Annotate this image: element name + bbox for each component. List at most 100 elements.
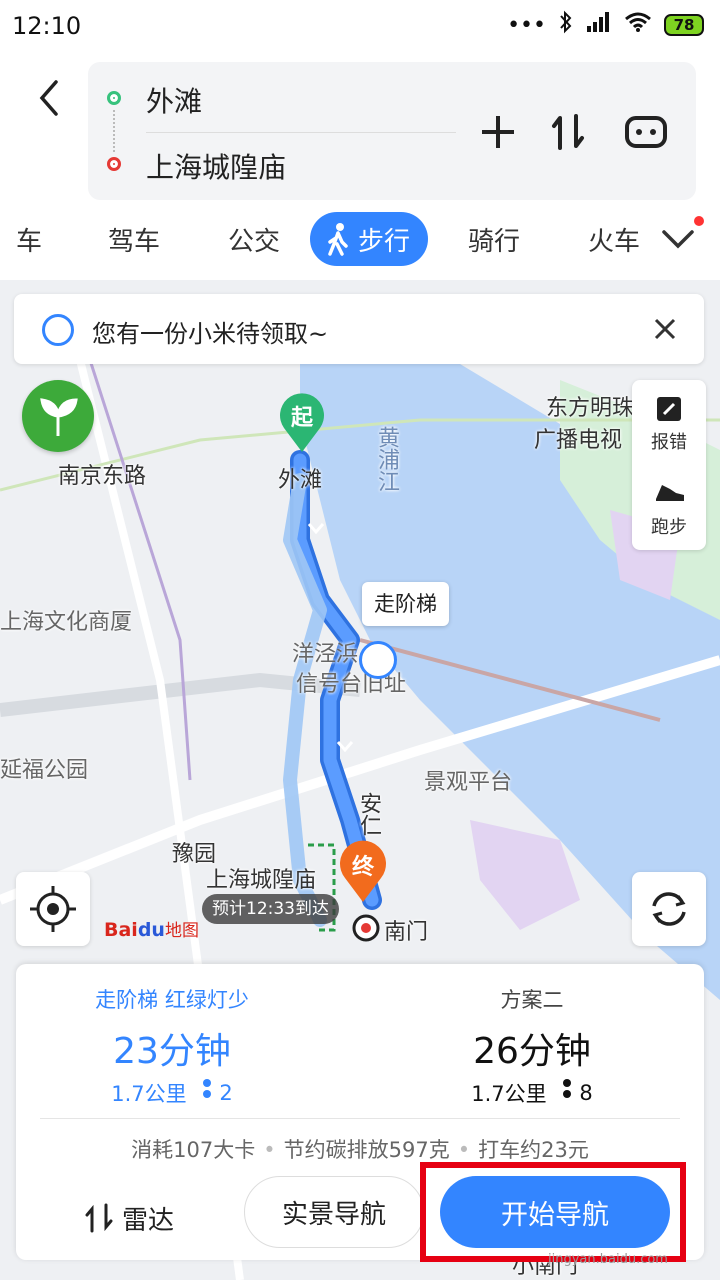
route-divider <box>146 132 456 133</box>
more-modes-button[interactable] <box>658 216 704 258</box>
status-time: 12:10 <box>12 12 82 40</box>
notification-dot <box>694 216 704 226</box>
stairs-icon <box>359 641 397 679</box>
start-pin-label: 起 <box>290 406 313 431</box>
end-place-field[interactable]: 上海城隍庙 <box>146 146 286 186</box>
wifi-icon <box>624 11 652 39</box>
label-chenghuangmiao: 上海城隍庙 <box>206 868 317 893</box>
sprout-icon <box>40 398 78 436</box>
eco-sep-1: • <box>263 1138 276 1162</box>
refresh-route-button[interactable] <box>632 872 706 946</box>
walk-circle-icon <box>42 314 74 346</box>
run-label: 跑步 <box>651 517 687 538</box>
sprout-button[interactable] <box>22 380 94 452</box>
label-jingguan: 景观平台 <box>424 770 513 795</box>
plan-2-title: 方案二 <box>500 988 564 1012</box>
tab-bike[interactable]: 骑行 <box>468 212 520 266</box>
label-waitan: 外滩 <box>278 468 323 493</box>
plan-option-2[interactable]: 方案二 26分钟 1.7公里 8 <box>360 964 704 1114</box>
route-arrow-1 <box>307 523 325 535</box>
start-dot-icon <box>107 91 121 105</box>
watermark: jingyan.baidu.com <box>548 1252 668 1267</box>
eco-summary: 消耗107大卡 • 节约碳排放597克 • 打车约23元 <box>16 1134 704 1164</box>
route-arrow-2 <box>336 741 354 753</box>
ar-navigation-button[interactable]: 实景导航 <box>244 1176 424 1248</box>
report-error-label: 报错 <box>651 432 687 453</box>
battery-icon: 78 <box>664 14 704 36</box>
label-nanmen: 南门 <box>384 920 429 945</box>
plan-2-lights: 8 <box>561 1078 593 1108</box>
label-nanjing-east: 南京东路 <box>58 464 147 489</box>
refresh-icon <box>652 892 686 926</box>
plan-1-meta: 1.7公里 2 <box>0 1078 344 1108</box>
radar-icon <box>85 1203 113 1233</box>
route-header: 外滩 上海城隍庙 车 驾车 公交 步行 骑行 火车 <box>0 52 720 280</box>
options-box-icon <box>625 116 667 148</box>
report-error-button[interactable]: 报错 <box>632 380 706 465</box>
label-anren: 安仁 <box>356 792 381 836</box>
plan-2-time: 26分钟 <box>473 1031 591 1072</box>
map-side-panel: 报错 跑步 <box>632 380 706 550</box>
logo-bai: Bai <box>104 919 138 941</box>
stairs-tag: 走阶梯 <box>362 582 449 626</box>
back-arrow-icon <box>39 80 58 116</box>
end-pin[interactable]: 终 <box>336 840 390 904</box>
add-waypoint-button[interactable] <box>476 110 520 154</box>
route-input-box: 外滩 上海城隍庙 <box>88 62 696 200</box>
tab-transit[interactable]: 公交 <box>228 212 280 266</box>
tab-drive[interactable]: 驾车 <box>108 212 160 266</box>
swap-route-button[interactable] <box>546 110 590 154</box>
cell-signal-icon <box>586 11 612 39</box>
label-dongfang: 东方明珠 <box>546 396 635 421</box>
route-dots-connector <box>113 110 115 152</box>
eco-carbon: 节约碳排放597克 <box>283 1138 450 1162</box>
radar-label: 雷达 <box>122 1205 175 1236</box>
label-wenhua: 上海文化商厦 <box>0 610 133 635</box>
swap-icon <box>552 114 584 150</box>
label-huangpu-river: 黄浦江 <box>374 426 399 492</box>
radar-button[interactable]: 雷达 <box>84 1196 174 1240</box>
locate-icon <box>30 886 76 932</box>
eco-taxi: 打车约23元 <box>478 1138 589 1162</box>
plan-1-distance: 1.7公里 <box>111 1082 187 1106</box>
plan-1-lights: 2 <box>201 1078 233 1108</box>
running-shoe-icon <box>656 485 684 501</box>
traffic-light-icon <box>562 1079 571 1098</box>
end-pin-label: 终 <box>351 855 374 880</box>
plan-1-title: 走阶梯 红绿灯少 <box>95 988 249 1012</box>
plan-1-time: 23分钟 <box>113 1031 231 1072</box>
bluetooth-icon <box>558 10 574 40</box>
route-options-button[interactable] <box>624 110 668 154</box>
metro-line <box>88 359 192 781</box>
eco-sep-2: • <box>457 1138 471 1162</box>
status-bar: 12:10 ••• 78 <box>0 0 720 52</box>
more-dots-icon: ••• <box>507 12 546 38</box>
status-icons: ••• 78 <box>507 10 704 40</box>
run-button[interactable]: 跑步 <box>632 465 706 550</box>
travel-mode-tabs: 车 驾车 公交 步行 骑行 火车 <box>0 212 720 272</box>
plan-2-light-count: 8 <box>579 1081 593 1105</box>
promo-text: 您有一份小米待领取~ <box>92 320 329 348</box>
locate-me-button[interactable] <box>16 872 90 946</box>
highlight-annotation <box>420 1162 686 1262</box>
logo-du: du <box>137 919 165 941</box>
label-yanfu: 延福公园 <box>0 758 89 783</box>
close-promo-button[interactable] <box>648 312 682 346</box>
plan-option-1[interactable]: 走阶梯 红绿灯少 23分钟 1.7公里 2 <box>16 964 360 1114</box>
plan-2-meta: 1.7公里 8 <box>360 1078 704 1108</box>
plan-2-distance: 1.7公里 <box>471 1082 547 1106</box>
plus-icon <box>482 116 514 148</box>
eta-tag: 预计12:33到达 <box>202 894 339 924</box>
start-pin[interactable]: 起 <box>276 392 328 454</box>
logo-suffix: 地图 <box>164 921 199 941</box>
close-icon <box>654 318 676 340</box>
start-place-field[interactable]: 外滩 <box>146 80 202 120</box>
back-button[interactable] <box>30 76 70 120</box>
tab-car[interactable]: 车 <box>16 212 42 266</box>
tab-train[interactable]: 火车 <box>588 212 640 266</box>
tab-walk[interactable]: 步行 <box>310 212 429 266</box>
eco-calories: 消耗107大卡 <box>131 1138 256 1162</box>
card-divider <box>40 1118 680 1119</box>
promo-banner[interactable]: 您有一份小米待领取~ <box>14 294 704 364</box>
label-yangjing: 洋泾浜 <box>292 642 359 667</box>
